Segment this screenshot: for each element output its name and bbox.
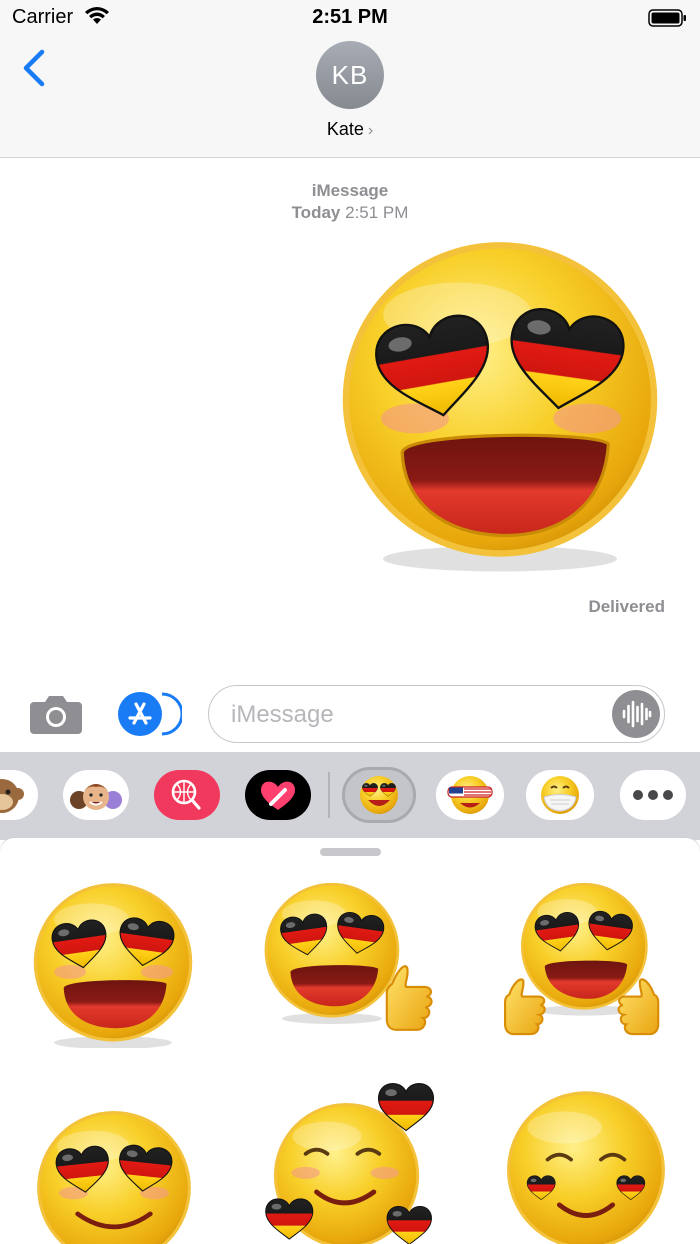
thread-timestamp: iMessage Today 2:51 PM [0,180,700,224]
sticker-heart-eyes-laugh[interactable] [32,882,194,1053]
sticker-heart-eyes-thumbs-up[interactable] [262,882,442,1053]
message-input[interactable]: iMessage [208,685,665,743]
sticker-smile-with-hearts[interactable] [262,1080,442,1244]
tray-germany-emoji-app[interactable] [342,767,416,823]
avatar[interactable]: KB [316,41,384,109]
sticker-drawer [0,838,700,1244]
tray-mask-emoji-app[interactable] [526,770,594,820]
contact-name-button[interactable]: Kate › [0,119,700,140]
usa-glasses-icon [447,776,493,814]
conversation-header: KB Kate › [0,36,700,158]
camera-button[interactable] [28,692,84,741]
sticker-heart-eyes-smile[interactable] [36,1110,192,1244]
app-drawer-tray [0,752,700,840]
web-search-icon [171,779,201,810]
app-store-icon [118,692,184,736]
delivery-status: Delivered [588,597,665,616]
tray-digital-touch[interactable] [245,770,311,820]
drawer-grabber[interactable] [320,848,381,856]
sticker-small-heart-eyes[interactable] [506,1090,666,1244]
composer-bar: iMessage [0,676,700,752]
status-bar: Carrier 2:51 PM [0,0,700,36]
digital-touch-heart-icon [261,781,295,810]
face-mask-icon [541,776,579,814]
audio-waveform-icon [622,700,652,728]
date-label: Today [291,203,341,222]
app-store-button[interactable] [118,692,184,741]
time-label: 2:51 PM [345,203,409,222]
battery-icon [648,8,688,33]
tray-memoji-stickers[interactable] [63,770,129,820]
tray-divider [328,772,330,818]
back-button[interactable] [14,48,54,92]
audio-message-button[interactable] [612,690,660,738]
contact-name: Kate [326,119,364,139]
chevron-right-icon: › [367,122,374,139]
memoji-icon [70,784,122,810]
sticker-heart-eyes-two-thumbs[interactable] [497,882,677,1053]
clock: 2:51 PM [312,6,388,28]
message-placeholder: iMessage [231,701,334,728]
more-icon [633,790,673,800]
sent-sticker[interactable] [340,240,660,585]
service-label: iMessage [311,181,389,200]
tray-image-search[interactable] [154,770,220,820]
tray-more-button[interactable] [620,770,686,820]
monkey-icon [0,779,24,813]
back-chevron-icon [23,49,45,87]
germany-heart-eyes-icon [360,776,398,814]
tray-monkey-memoji[interactable] [0,770,38,820]
tray-usa-emoji-app[interactable] [436,770,504,820]
camera-icon [30,696,82,734]
